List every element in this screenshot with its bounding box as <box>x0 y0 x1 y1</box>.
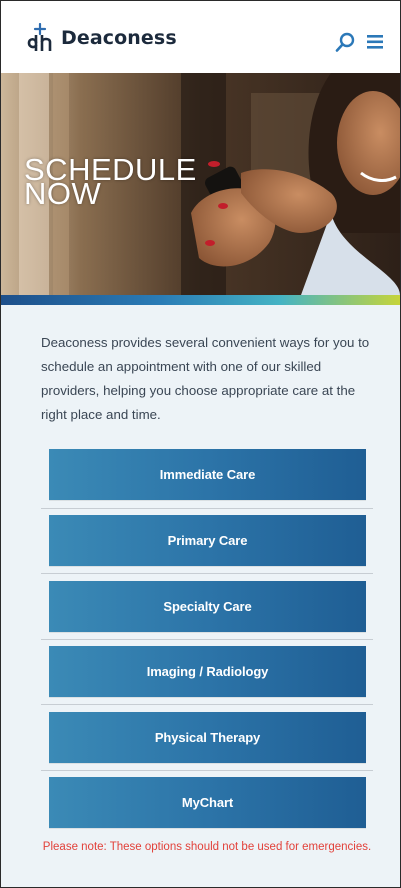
divider <box>41 704 373 705</box>
divider <box>41 573 373 574</box>
site-header: Deaconess <box>1 1 400 73</box>
emergency-note: Please note: These options should not be… <box>42 841 372 853</box>
primary-care-button[interactable]: Primary Care <box>49 515 366 566</box>
divider <box>41 639 373 640</box>
divider <box>41 770 373 771</box>
divider <box>41 508 373 509</box>
brand-name: Deaconess <box>61 27 177 49</box>
search-icon[interactable] <box>334 31 358 55</box>
dh-logo-icon <box>27 23 52 51</box>
physical-therapy-button[interactable]: Physical Therapy <box>49 712 366 763</box>
imaging-radiology-button[interactable]: Imaging / Radiology <box>49 646 366 697</box>
main-content: Deaconess provides several convenient wa… <box>1 305 400 887</box>
hero-title: SCHEDULE NOW <box>24 154 197 209</box>
hamburger-menu-icon[interactable] <box>365 31 389 55</box>
intro-text: Deaconess provides several convenient wa… <box>41 335 370 422</box>
mychart-button[interactable]: MyChart <box>49 777 366 828</box>
accent-gradient-bar <box>1 295 400 305</box>
hero-banner: SCHEDULE NOW <box>1 73 400 295</box>
specialty-care-button[interactable]: Specialty Care <box>49 581 366 632</box>
immediate-care-button[interactable]: Immediate Care <box>49 449 366 500</box>
brand-logo[interactable]: Deaconess <box>27 23 177 53</box>
page-frame: Deaconess SCHEDULE NOW Deaconess provide… <box>0 0 401 888</box>
